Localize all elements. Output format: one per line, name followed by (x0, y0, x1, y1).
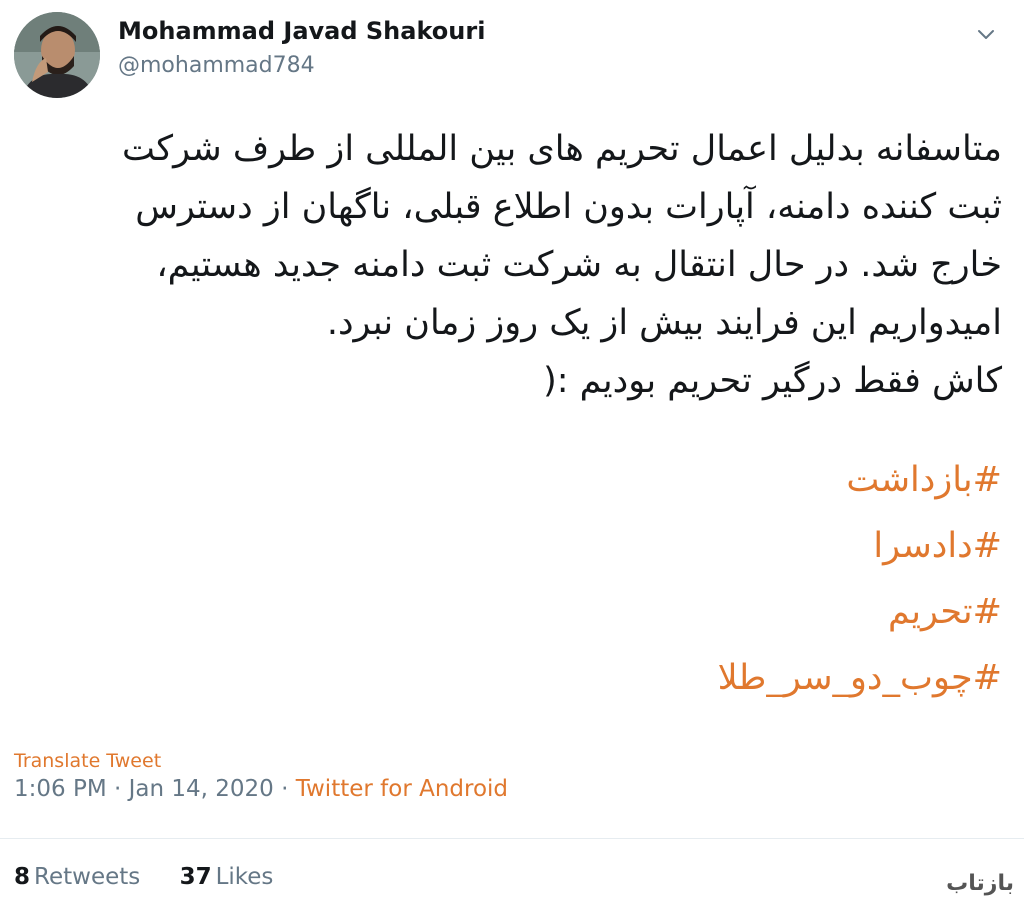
chevron-down-icon[interactable] (974, 22, 998, 46)
username-handle[interactable]: @mohammad784 (118, 53, 315, 78)
avatar[interactable] (14, 12, 100, 98)
likes-stat[interactable]: 37 Likes (180, 864, 274, 890)
meta-separator: · (281, 776, 289, 802)
divider (0, 838, 1024, 839)
translate-tweet-link[interactable]: Translate Tweet (14, 750, 161, 772)
tweet-line: کاش فقط درگیر تحریم بودیم :( (543, 361, 1002, 401)
hashtag-link[interactable]: #تحریم (202, 579, 1002, 645)
tweet-source-link[interactable]: Twitter for Android (296, 776, 508, 802)
likes-count: 37 (179, 864, 212, 890)
retweets-count: 8 (14, 864, 31, 890)
tweet-meta: 1:06 PM · Jan 14, 2020 · Twitter for And… (14, 776, 508, 802)
likes-label: Likes (215, 864, 274, 890)
hashtag-link[interactable]: #دادسرا (202, 513, 1002, 579)
tweet-time[interactable]: 1:06 PM (14, 776, 107, 802)
tweet-text: متاسفانه بدلیل اعمال تحریم های بین الملل… (40, 120, 1002, 410)
tweet-card: Mohammad Javad Shakouri @mohammad784 متا… (0, 0, 1024, 910)
avatar-image (14, 12, 100, 98)
hashtag-link[interactable]: #چوب_دو_سر_طلا (202, 645, 1002, 711)
tweet-line: خارج شد. در حال انتقال به شرکت ثبت دامنه… (156, 245, 1002, 285)
tweet-date[interactable]: Jan 14, 2020 (129, 776, 274, 802)
retweets-label: Retweets (34, 864, 141, 890)
tweet-line: متاسفانه بدلیل اعمال تحریم های بین الملل… (122, 129, 1002, 169)
watermark-logo: بازتاب (946, 871, 1014, 896)
meta-separator: · (114, 776, 122, 802)
tweet-line: امیدواریم این فرایند بیش از یک روز زمان … (326, 303, 1002, 343)
hashtag-link[interactable]: #بازداشت (202, 447, 1002, 513)
tweet-line: ثبت کننده دامنه، آپارات بدون اطلاع قبلی،… (135, 187, 1002, 227)
retweets-stat[interactable]: 8 Retweets (14, 864, 140, 890)
tweet-stats: 8 Retweets 37 Likes (14, 864, 305, 890)
hashtag-list: #بازداشت #دادسرا #تحریم #چوب_دو_سر_طلا (202, 447, 1002, 711)
display-name[interactable]: Mohammad Javad Shakouri (118, 17, 485, 45)
